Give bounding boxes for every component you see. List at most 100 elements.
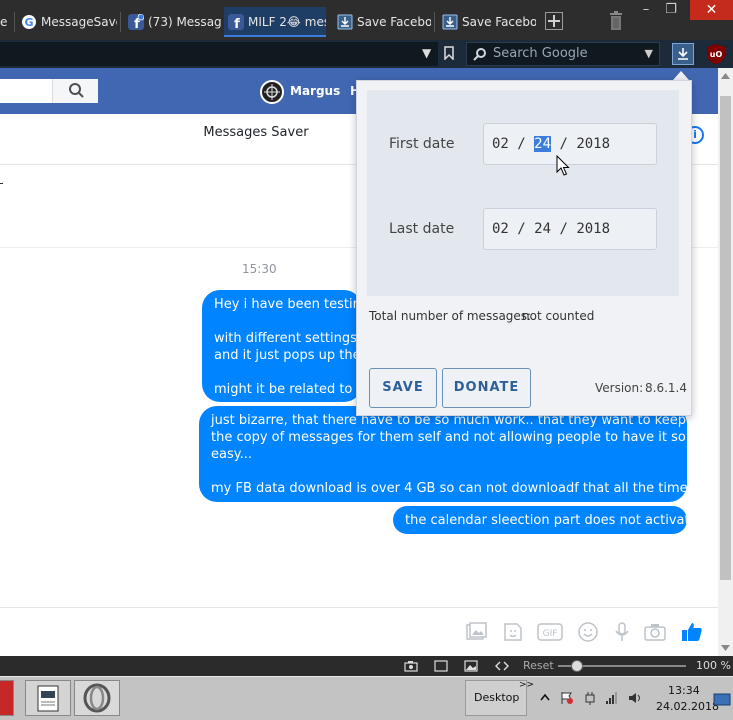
download-icon	[678, 48, 688, 60]
taskbar-app-document[interactable]	[25, 680, 71, 716]
plus-icon	[545, 12, 563, 30]
avatar[interactable]	[260, 80, 284, 104]
last-date-year[interactable]: 2018	[576, 221, 610, 237]
donate-button[interactable]: DONATE	[442, 368, 531, 408]
composer-divider	[0, 607, 718, 608]
image-icon[interactable]	[464, 660, 478, 672]
show-hidden-icons-icon[interactable]	[538, 691, 552, 705]
tab-save-facebook-2[interactable]: Save Faceboo	[438, 7, 536, 37]
tab-label: e	[0, 15, 8, 29]
tab-label: (73) Message	[148, 15, 222, 29]
zoom-reset-button[interactable]: Reset	[523, 659, 554, 672]
facebook-search-input[interactable]	[0, 79, 52, 103]
popup-caret	[673, 71, 689, 80]
first-date-day[interactable]: 24	[534, 136, 552, 152]
message-line: the copy of messages for them self and n…	[211, 430, 686, 445]
opera-icon	[83, 683, 111, 713]
scroll-up-icon[interactable]	[721, 72, 730, 80]
facebook-search-button[interactable]	[52, 79, 98, 103]
message-line	[214, 313, 350, 330]
svg-text:f: f	[234, 17, 240, 30]
version-label: Version:	[595, 381, 644, 395]
taskbar-app-partial[interactable]	[0, 680, 14, 716]
facebook-icon: f	[128, 14, 144, 30]
tab-partial[interactable]: e	[0, 7, 14, 37]
mouse-pointer-icon	[556, 155, 570, 176]
message-bubble[interactable]: Hey i have been testing with different s…	[202, 290, 362, 402]
search-input[interactable]: Search Google ▼	[466, 42, 660, 66]
volume-icon[interactable]	[628, 691, 642, 705]
photo-icon[interactable]	[464, 620, 488, 644]
microphone-icon[interactable]	[610, 620, 634, 644]
message-line	[214, 364, 350, 381]
new-tab-button[interactable]	[544, 12, 564, 32]
action-center-flag-icon[interactable]	[560, 691, 574, 705]
message-line: the calendar sleection part does not act…	[405, 513, 687, 528]
tab-label: MessageSave	[41, 15, 117, 29]
last-date-input[interactable]: 02 / 24 / 2018	[483, 208, 657, 250]
message-saver-extension-button[interactable]	[672, 43, 694, 65]
message-bubble[interactable]: just bizarre, that there have to be so m…	[199, 406, 687, 502]
download-icon	[337, 14, 353, 30]
sticker-icon[interactable]	[501, 620, 525, 644]
ublock-origin-icon[interactable]: uO	[706, 43, 726, 65]
desktop-label: Desktop	[474, 691, 520, 704]
tab-label: Save Faceboo	[357, 15, 431, 29]
clock-time[interactable]: 13:34	[668, 684, 700, 697]
message-bubble[interactable]: the calendar sleection part does not act…	[393, 506, 687, 534]
camera-icon[interactable]	[404, 660, 418, 672]
divider-mark	[0, 183, 3, 184]
trash-icon[interactable]	[608, 11, 624, 31]
close-button[interactable]: ✕	[690, 0, 733, 20]
minimize-button[interactable]: –	[636, 0, 656, 20]
code-arrows-icon[interactable]	[495, 660, 509, 672]
message-line: my FB data download is over 4 GB so can …	[211, 481, 687, 496]
tab-label: Save Faceboo	[462, 15, 536, 29]
download-icon	[442, 14, 458, 30]
address-bar[interactable]	[0, 42, 438, 66]
first-date-input[interactable]: 02 / 24 / 2018	[483, 123, 657, 165]
maximize-button[interactable]: ❐	[660, 0, 682, 20]
gif-icon[interactable]: GIF	[537, 620, 563, 644]
svg-text:uO: uO	[710, 50, 723, 59]
scroll-down-icon[interactable]	[721, 644, 730, 652]
clock-date[interactable]: 24.02.2018	[656, 700, 719, 713]
profile-name-link[interactable]: Margus	[290, 84, 340, 98]
desktop-toolbar-chevron[interactable]: >>	[519, 680, 534, 690]
taskbar-app-opera[interactable]	[74, 680, 120, 716]
last-date-month[interactable]: 02	[492, 221, 509, 237]
zoom-slider-handle[interactable]	[571, 660, 584, 672]
network-signal-icon[interactable]	[605, 691, 619, 705]
show-desktop-icon[interactable]	[713, 692, 731, 708]
like-icon[interactable]	[680, 620, 704, 644]
tab-save-facebook-1[interactable]: Save Faceboo	[333, 7, 431, 37]
first-date-year[interactable]: 2018	[576, 136, 610, 152]
tab-separator	[120, 12, 121, 32]
tab-milf-active[interactable]: f MILF 2😂 mes	[224, 7, 326, 37]
message-timestamp: 15:30	[242, 262, 277, 276]
scrollbar-thumb[interactable]	[720, 96, 731, 580]
google-icon: G	[22, 15, 36, 29]
emoji-icon[interactable]	[576, 620, 600, 644]
power-plug-icon[interactable]	[583, 691, 597, 705]
search-icon	[69, 83, 84, 98]
search-placeholder: Search Google	[493, 46, 588, 61]
document-app-icon	[37, 685, 59, 712]
search-engine-dropdown-icon[interactable]: ▼	[645, 43, 653, 65]
avatar-emblem-icon	[263, 83, 281, 101]
tab-facebook-messages[interactable]: f (73) Message	[124, 7, 222, 37]
tab-separator	[14, 12, 15, 32]
tab-messagesaver[interactable]: G MessageSave	[17, 7, 117, 37]
address-dropdown-icon[interactable]: ▼	[422, 46, 431, 60]
camera-icon[interactable]	[643, 620, 667, 644]
save-button[interactable]: SAVE	[369, 368, 437, 408]
desktop-toolbar-button[interactable]: Desktop	[465, 680, 527, 716]
window-icon[interactable]	[434, 660, 448, 672]
browser-status-bar: Reset 100 %	[0, 656, 733, 676]
first-date-month[interactable]: 02	[492, 136, 509, 152]
last-date-day[interactable]: 24	[534, 221, 551, 237]
bookmark-icon[interactable]	[444, 46, 454, 60]
screen: e G MessageSave f (73) Message f MILF 2😂…	[0, 0, 733, 720]
search-icon	[473, 48, 486, 61]
total-messages-label: Total number of messages:	[369, 309, 532, 323]
